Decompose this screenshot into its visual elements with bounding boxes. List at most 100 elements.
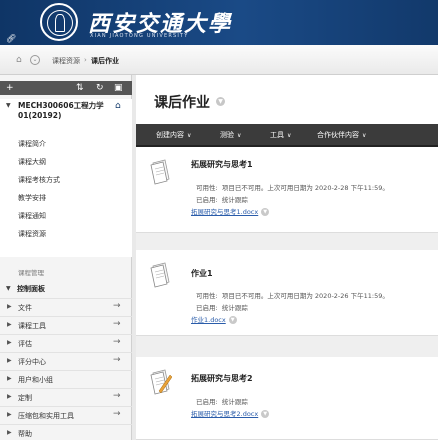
sort-icon[interactable]: ⇅ (76, 82, 84, 94)
item-enabled: 已启用: 统计跟踪 (196, 396, 248, 406)
attachment-name[interactable]: 作业1.docx (191, 316, 226, 324)
control-panel-item-users-groups[interactable]: ▶ 用户和小组 (0, 370, 132, 388)
document-icon (150, 159, 170, 185)
course-menu-list: 课程简介 课程大纲 课程考核方式 教学安排 课程通知 课程资源 (0, 127, 132, 257)
control-panel-item-label: 用户和小组 (18, 376, 53, 384)
enabled-label: 已启用: (196, 398, 218, 406)
item-title[interactable]: 拓展研究与思考1 (191, 159, 253, 170)
assignment-icon (150, 369, 172, 395)
go-arrow-icon[interactable]: → (113, 391, 121, 401)
expand-arrow-icon: ▶ (7, 321, 12, 328)
chevron-down-icon[interactable]: ▼ (261, 410, 270, 418)
chevron-down-icon: ∨ (187, 132, 192, 139)
expand-arrow-icon: ▶ (7, 357, 12, 364)
availability-value: 项目已不可用。上次可用日期为 2020-2-26 下午11:59。 (221, 292, 389, 300)
control-panel-item-course-tools[interactable]: ▶ 课程工具 → (0, 316, 132, 334)
content-item: 拓展研究与思考2 已启用: 统计跟踪 拓展研究与思考2.docx ▼ (136, 357, 438, 440)
control-panel-item-evaluation[interactable]: ▶ 评估 → (0, 334, 132, 352)
control-panel-item-label: 压缩包和实用工具 (18, 412, 74, 420)
refresh-icon[interactable]: ↻ (96, 82, 104, 94)
tools-menu[interactable]: 工具 ∨ (270, 130, 291, 140)
control-panel-item-label: 文件 (18, 304, 32, 312)
course-home-icon[interactable]: ⌂ (115, 101, 121, 111)
breadcrumb-item-resources[interactable]: 课程资源 (52, 56, 80, 66)
attachment-link[interactable]: 拓展研究与思考1.docx ▼ (191, 206, 270, 216)
enabled-value: 统计跟踪 (221, 304, 248, 312)
go-arrow-icon[interactable]: → (113, 301, 121, 311)
item-availability: 可用性: 项目已不可用。上次可用日期为 2020-2-28 下午11:59。 (196, 182, 389, 192)
control-panel-item-label: 评估 (18, 340, 32, 348)
control-panel-title: 控制面板 (17, 285, 45, 293)
content-item: 拓展研究与思考1 可用性: 项目已不可用。上次可用日期为 2020-2-28 下… (136, 147, 438, 233)
link-icon[interactable]: 🔗︎ (6, 34, 16, 43)
control-panel-item-grade-center[interactable]: ▶ 评分中心 → (0, 352, 132, 370)
chevron-down-icon[interactable]: ▼ (216, 97, 225, 106)
attachment-link[interactable]: 作业1.docx ▼ (191, 314, 237, 324)
control-panel-item-customize[interactable]: ▶ 定制 → (0, 388, 132, 406)
content-item: 作业1 可用性: 项目已不可用。上次可用日期为 2020-2-26 下午11:5… (136, 250, 438, 336)
create-content-menu[interactable]: 创建内容 ∨ (156, 130, 191, 140)
breadcrumb-menu-icon[interactable]: ⌄ (30, 55, 40, 65)
sidebar-toolbar: + ⇅ ↻ ▣ (0, 81, 132, 95)
enabled-value: 统计跟踪 (221, 398, 248, 406)
item-title[interactable]: 拓展研究与思考2 (191, 373, 253, 384)
partner-content-menu[interactable]: 合作伙伴内容 ∨ (317, 130, 366, 140)
add-icon[interactable]: + (6, 82, 14, 94)
chevron-down-icon[interactable]: ▼ (261, 208, 270, 216)
breadcrumb-item-current: 课后作业 (91, 57, 119, 65)
menu-item-resources[interactable]: 课程资源 (18, 229, 46, 239)
document-icon (150, 262, 170, 288)
chevron-down-icon: ∨ (237, 132, 242, 139)
chevron-down-icon[interactable]: ▼ (228, 316, 237, 324)
content-list: 拓展研究与思考1 可用性: 项目已不可用。上次可用日期为 2020-2-28 下… (136, 147, 438, 440)
site-header: 西安交通大學 XIAN JIAOTONG UNIVERSITY 🔗︎ (0, 0, 438, 45)
availability-label: 可用性: (196, 292, 218, 300)
item-enabled: 已启用: 统计跟踪 (196, 194, 248, 204)
item-enabled: 已启用: 统计跟踪 (196, 302, 248, 312)
control-panel-item-label: 定制 (18, 394, 32, 402)
attachment-link[interactable]: 拓展研究与思考2.docx ▼ (191, 408, 270, 418)
course-sidebar: + ⇅ ↻ ▣ ▼ MECH300606工程力学01(20192) ⌂ 课程简介… (0, 75, 132, 440)
attachment-name[interactable]: 拓展研究与思考2.docx (191, 410, 258, 418)
menu-item-schedule[interactable]: 教学安排 (18, 193, 46, 203)
menu-item-assessment[interactable]: 课程考核方式 (18, 175, 60, 185)
go-arrow-icon[interactable]: → (113, 319, 121, 329)
content-area: 课后作业 ▼ 创建内容 ∨ 测验 ∨ 工具 ∨ 合作伙伴内容 ∨ 拓展研究与思考1 可用… (136, 75, 438, 440)
control-panel-item-help[interactable]: ▶ 帮助 (0, 424, 132, 440)
expand-arrow-icon: ▶ (7, 429, 12, 436)
attachment-name[interactable]: 拓展研究与思考1.docx (191, 208, 258, 216)
collapse-caret-icon[interactable]: ▼ (6, 285, 11, 292)
control-panel-item-packages-utilities[interactable]: ▶ 压缩包和实用工具 → (0, 406, 132, 424)
go-arrow-icon[interactable]: → (113, 337, 121, 347)
control-panel-item-files[interactable]: ▶ 文件 → (0, 298, 132, 316)
menu-item-notices[interactable]: 课程通知 (18, 211, 46, 221)
availability-value: 项目已不可用。上次可用日期为 2020-2-28 下午11:59。 (221, 184, 389, 192)
tests-menu[interactable]: 测验 ∨ (220, 130, 241, 140)
go-arrow-icon[interactable]: → (113, 355, 121, 365)
action-bar: 创建内容 ∨ 测验 ∨ 工具 ∨ 合作伙伴内容 ∨ (136, 124, 438, 147)
menu-item-intro[interactable]: 课程简介 (18, 139, 46, 149)
folder-icon[interactable]: ▣ (114, 82, 123, 94)
control-panel-header[interactable]: ▼ 控制面板 (0, 282, 132, 296)
partner-content-label: 合作伙伴内容 (317, 131, 359, 139)
control-panel-item-label: 评分中心 (18, 358, 46, 366)
expand-arrow-icon: ▶ (7, 339, 12, 346)
menu-item-syllabus[interactable]: 课程大纲 (18, 157, 46, 167)
home-icon[interactable]: ⌂ (16, 55, 22, 65)
control-panel-item-label: 课程工具 (18, 322, 46, 330)
course-title: MECH300606工程力学01(20192) (18, 101, 104, 120)
course-menu-header[interactable]: ▼ MECH300606工程力学01(20192) ⌂ (0, 99, 132, 127)
go-arrow-icon[interactable]: → (113, 409, 121, 419)
item-title[interactable]: 作业1 (191, 268, 213, 279)
tools-label: 工具 (270, 131, 284, 139)
chevron-down-icon: ∨ (287, 132, 292, 139)
expand-arrow-icon: ▶ (7, 303, 12, 310)
collapse-caret-icon[interactable]: ▼ (6, 102, 11, 109)
enabled-label: 已启用: (196, 196, 218, 204)
expand-arrow-icon: ▶ (7, 393, 12, 400)
breadcrumb: ⌂ ⌄ 课程资源 › 课后作业 (0, 45, 438, 75)
create-content-label: 创建内容 (156, 131, 184, 139)
chevron-down-icon: ∨ (362, 132, 367, 139)
enabled-value: 统计跟踪 (221, 196, 248, 204)
university-seal-icon (40, 3, 78, 41)
